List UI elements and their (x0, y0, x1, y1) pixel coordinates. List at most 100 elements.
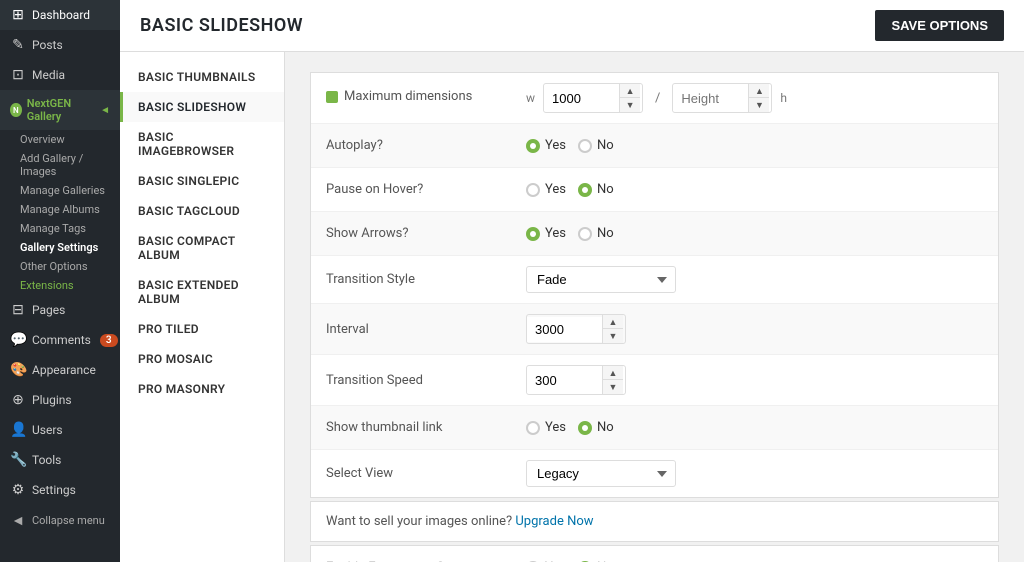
height-spin-up[interactable]: ▲ (749, 84, 769, 98)
pause-no-option[interactable]: No (578, 182, 614, 197)
pause-on-hover-label: Pause on Hover? (326, 182, 526, 197)
thumbnail-no-option[interactable]: No (578, 420, 614, 435)
arrows-no-option[interactable]: No (578, 226, 614, 241)
sidebar-item-gallery-settings[interactable]: Gallery Settings (10, 238, 120, 257)
nextgen-arrow: ◄ (100, 105, 110, 116)
arrows-no-label: No (597, 226, 614, 241)
transition-speed-input[interactable] (527, 368, 602, 393)
arrows-no-radio[interactable] (578, 227, 592, 241)
left-nav: BASIC THUMBNAILS BASIC SLIDESHOW BASIC I… (120, 52, 285, 562)
left-nav-basic-thumbnails[interactable]: BASIC THUMBNAILS (120, 62, 284, 92)
upgrade-section: Want to sell your images online? Upgrade… (310, 501, 999, 542)
left-nav-pro-tiled[interactable]: PRO TILED (120, 314, 284, 344)
sidebar-item-plugins[interactable]: ⊕ Plugins (0, 385, 120, 415)
show-arrows-label: Show Arrows? (326, 226, 526, 241)
width-input-wrap: ▲ ▼ (543, 83, 643, 113)
select-view-select[interactable]: Legacy Default (526, 460, 676, 487)
nextgen-icon: N (10, 103, 22, 117)
select-view-label: Select View (326, 466, 526, 481)
comments-icon: 💬 (10, 332, 26, 348)
collapse-icon: ◄ (10, 512, 26, 529)
thumbnail-yes-radio[interactable] (526, 421, 540, 435)
sidebar-item-nextgen-gallery[interactable]: N NextGEN Gallery ◄ (0, 90, 120, 130)
sidebar-item-add-gallery[interactable]: Add Gallery / Images (10, 149, 120, 181)
left-nav-basic-tagcloud[interactable]: BASIC TAGCLOUD (120, 196, 284, 226)
transition-style-label: Transition Style (326, 272, 526, 287)
interval-spin-up[interactable]: ▲ (603, 315, 623, 329)
pause-yes-radio[interactable] (526, 183, 540, 197)
sidebar-item-manage-albums[interactable]: Manage Albums (10, 200, 120, 219)
left-nav-pro-mosaic[interactable]: PRO MOSAIC (120, 344, 284, 374)
pages-icon: ⊟ (10, 302, 26, 318)
sidebar-item-tools[interactable]: 🔧 Tools (0, 445, 120, 475)
settings-card-main: Maximum dimensions w ▲ ▼ / (310, 72, 999, 498)
width-input[interactable] (544, 86, 619, 111)
arrows-yes-option[interactable]: Yes (526, 226, 566, 241)
thumbnail-no-radio[interactable] (578, 421, 592, 435)
autoplay-no-option[interactable]: No (578, 138, 614, 153)
sidebar-item-dashboard[interactable]: ⊞ Dashboard (0, 0, 120, 30)
interval-spin-down[interactable]: ▼ (603, 329, 623, 343)
max-dimensions-checkbox[interactable] (326, 91, 338, 103)
left-nav-pro-masonry[interactable]: PRO MASONRY (120, 374, 284, 404)
settings-row-transition-style: Transition Style Fade Slide None (311, 256, 998, 304)
arrows-yes-radio[interactable] (526, 227, 540, 241)
dimensions-control: w ▲ ▼ / ▲ (526, 83, 983, 113)
transition-speed-spin-down[interactable]: ▼ (603, 380, 623, 394)
save-options-button[interactable]: SAVE OPTIONS (875, 10, 1004, 41)
width-spin-down[interactable]: ▼ (620, 98, 640, 112)
sidebar-item-overview[interactable]: Overview (10, 130, 120, 149)
settings-row-max-dimensions: Maximum dimensions w ▲ ▼ / (311, 73, 998, 124)
height-input[interactable] (673, 86, 748, 111)
sidebar-item-collapse[interactable]: ◄ Collapse menu (0, 505, 120, 536)
transition-style-select[interactable]: Fade Slide None (526, 266, 676, 293)
sidebar-item-users[interactable]: 👤 Users (0, 415, 120, 445)
sidebar-item-extensions[interactable]: Extensions (10, 276, 120, 295)
interval-input[interactable] (527, 317, 602, 342)
sidebar-item-media[interactable]: ⊡ Media (0, 60, 120, 90)
autoplay-no-radio[interactable] (578, 139, 592, 153)
height-label: h (780, 91, 787, 105)
sidebar: ⊞ Dashboard ✎ Posts ⊡ Media N NextGEN Ga… (0, 0, 120, 562)
thumbnail-link-label: Show thumbnail link (326, 420, 526, 435)
show-arrows-control: Yes No (526, 226, 983, 241)
autoplay-no-label: No (597, 138, 614, 153)
sidebar-item-posts[interactable]: ✎ Posts (0, 30, 120, 60)
autoplay-control: Yes No (526, 138, 983, 153)
sidebar-item-comments[interactable]: 💬 Comments 3 (0, 325, 120, 355)
interval-input-wrap: ▲ ▼ (526, 314, 626, 344)
settings-row-pause-on-hover: Pause on Hover? Yes No (311, 168, 998, 212)
left-nav-basic-extended-album[interactable]: BASIC EXTENDED ALBUM (120, 270, 284, 314)
pause-yes-option[interactable]: Yes (526, 182, 566, 197)
transition-speed-spin-up[interactable]: ▲ (603, 366, 623, 380)
upgrade-now-link[interactable]: Upgrade Now (515, 514, 593, 529)
sidebar-item-pages[interactable]: ⊟ Pages (0, 295, 120, 325)
left-nav-basic-imagebrowser[interactable]: BASIC IMAGEBROWSER (120, 122, 284, 166)
left-nav-basic-slideshow[interactable]: BASIC SLIDESHOW (120, 92, 284, 122)
sidebar-item-manage-galleries[interactable]: Manage Galleries (10, 181, 120, 200)
main-area: BASIC THUMBNAILS BASIC SLIDESHOW BASIC I… (120, 52, 1024, 562)
sidebar-item-other-options[interactable]: Other Options (10, 257, 120, 276)
left-nav-basic-singlepic[interactable]: BASIC SINGLEPIC (120, 166, 284, 196)
thumbnail-yes-option[interactable]: Yes (526, 420, 566, 435)
settings-icon: ⚙ (10, 482, 26, 498)
interval-label: Interval (326, 322, 526, 337)
transition-speed-label: Transition Speed (326, 373, 526, 388)
main-content: BASIC SLIDESHOW SAVE OPTIONS BASIC THUMB… (120, 0, 1024, 562)
sidebar-item-settings[interactable]: ⚙ Settings (0, 475, 120, 505)
settings-card-ecommerce: Enable Ecommerce? Yes No Enabl (310, 545, 999, 562)
autoplay-yes-radio[interactable] (526, 139, 540, 153)
upgrade-text: Want to sell your images online? (326, 514, 512, 529)
select-view-control: Legacy Default (526, 460, 983, 487)
interval-spinner: ▲ ▼ (602, 315, 623, 343)
sidebar-item-manage-tags[interactable]: Manage Tags (10, 219, 120, 238)
sidebar-item-appearance[interactable]: 🎨 Appearance (0, 355, 120, 385)
thumbnail-no-label: No (597, 420, 614, 435)
tools-icon: 🔧 (10, 452, 26, 468)
height-spin-down[interactable]: ▼ (749, 98, 769, 112)
width-label: w (526, 91, 535, 105)
left-nav-basic-compact-album[interactable]: BASIC COMPACT ALBUM (120, 226, 284, 270)
autoplay-yes-option[interactable]: Yes (526, 138, 566, 153)
width-spin-up[interactable]: ▲ (620, 84, 640, 98)
pause-no-radio[interactable] (578, 183, 592, 197)
